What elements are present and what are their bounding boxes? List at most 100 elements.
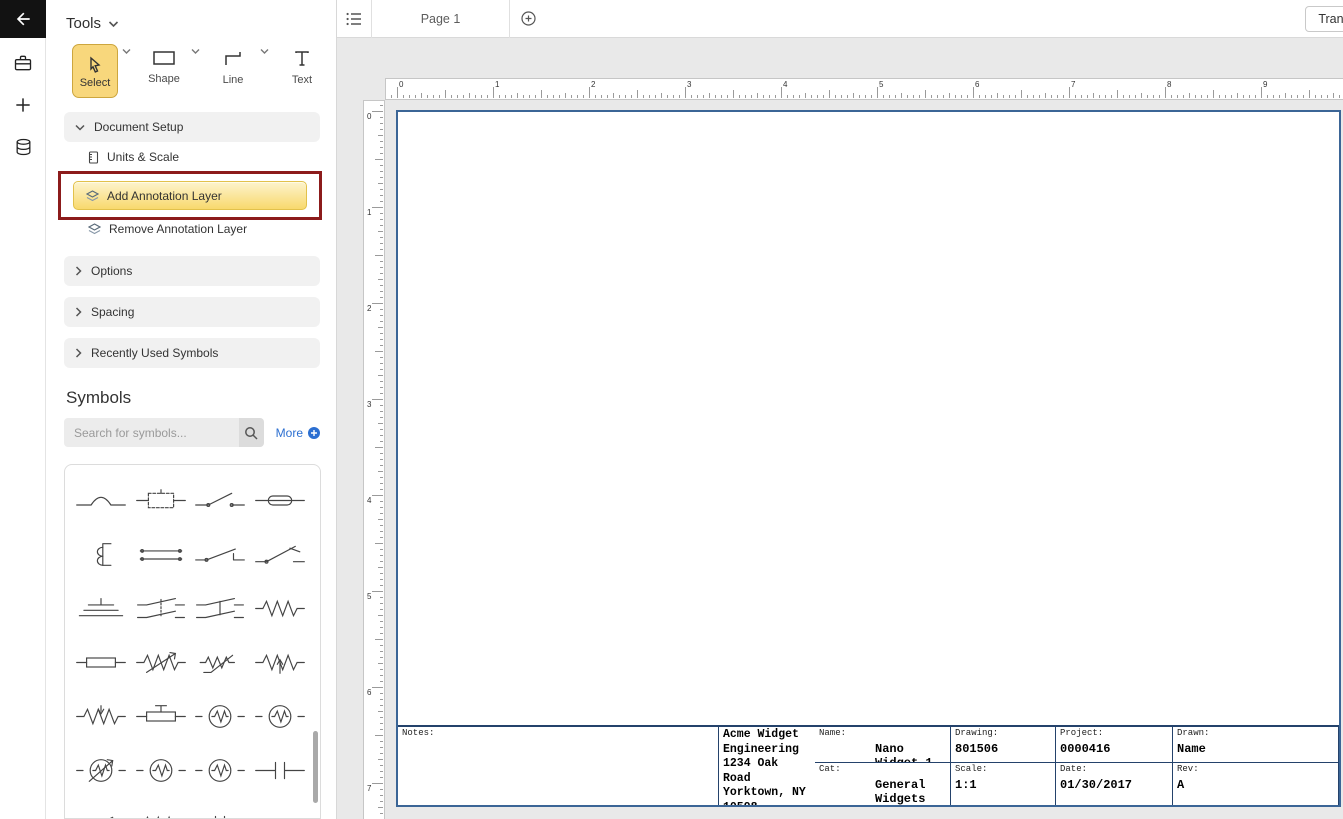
data-button[interactable]: [0, 126, 46, 168]
tool-text[interactable]: Text: [279, 44, 325, 86]
section-document-setup-label: Document Setup: [94, 120, 183, 134]
titleblock-notes-cell[interactable]: Notes:: [398, 727, 719, 805]
section-options[interactable]: Options: [64, 256, 320, 286]
symbol-ganged-switch[interactable]: [191, 581, 251, 635]
section-recently-used-label: Recently Used Symbols: [91, 346, 218, 360]
symbol-switch-spst[interactable]: [191, 473, 251, 527]
symbol-fuse[interactable]: [250, 473, 310, 527]
symbol-search-button[interactable]: [239, 418, 264, 447]
symbol-varistor[interactable]: [131, 635, 191, 689]
translate-button[interactable]: Translate: [1305, 6, 1343, 32]
chevron-right-icon: [75, 266, 82, 276]
symbol-bus-bars[interactable]: [71, 581, 131, 635]
titleblock-scale-cell[interactable]: Scale: 1:1: [951, 763, 1056, 805]
add-annotation-layer-button[interactable]: Add Annotation Layer: [73, 181, 307, 210]
titleblock-address-cell[interactable]: Acme Widget Engineering 1234 Oak Road Yo…: [719, 727, 815, 805]
symbol-motor-2[interactable]: [191, 743, 251, 797]
symbol-potentiometer[interactable]: [71, 689, 131, 743]
symbol-knife-switch-alt[interactable]: [250, 527, 310, 581]
notes-label: Notes:: [402, 728, 714, 739]
select-cursor-icon: [87, 56, 103, 74]
symbol-generator-2[interactable]: [250, 689, 310, 743]
briefcase-icon: [13, 53, 33, 73]
back-button[interactable]: [0, 0, 46, 38]
symbol-varistor-circle[interactable]: [71, 743, 131, 797]
units-scale-item[interactable]: Units & Scale: [88, 150, 336, 164]
tool-select[interactable]: Select: [72, 44, 118, 98]
symbol-contacts[interactable]: [131, 527, 191, 581]
more-symbols-label: More: [276, 426, 303, 440]
symbols-heading: Symbols: [66, 388, 336, 408]
symbol-generator[interactable]: [191, 689, 251, 743]
database-icon: [14, 137, 33, 157]
name-value: Nano Widget 1: [819, 742, 946, 763]
symbol-search-input[interactable]: [64, 418, 239, 447]
vertical-ruler: 01234567: [363, 100, 385, 819]
select-dropdown-chevron[interactable]: [122, 48, 131, 55]
symbols-scrollbar-thumb[interactable]: [313, 731, 318, 803]
symbol-resistor-tap[interactable]: [250, 635, 310, 689]
titleblock-rev-cell[interactable]: Rev: A: [1173, 763, 1339, 805]
tool-text-label: Text: [292, 74, 312, 86]
line-path-icon: [223, 50, 243, 67]
titleblock-drawn-cell[interactable]: Drawn: Name: [1173, 727, 1339, 763]
symbols-scrollbar[interactable]: [312, 469, 318, 814]
symbol-jumper[interactable]: [71, 473, 131, 527]
annotation-layer-icon: [88, 223, 101, 235]
line-dropdown-chevron[interactable]: [260, 48, 269, 55]
symbols-grid: [65, 465, 320, 819]
units-scale-label: Units & Scale: [107, 150, 179, 164]
section-spacing[interactable]: Spacing: [64, 297, 320, 327]
title-block: Name: Nano Widget 1 Drawing: 801506 Proj…: [398, 725, 1339, 805]
remove-annotation-layer-label: Remove Annotation Layer: [109, 222, 247, 236]
scale-value: 1:1: [955, 778, 1051, 792]
plus-circle-icon: [521, 11, 536, 26]
tool-shape[interactable]: Shape: [141, 44, 187, 85]
more-symbols-link[interactable]: More: [276, 426, 320, 440]
shape-dropdown-chevron[interactable]: [191, 48, 200, 55]
titleblock-project-cell[interactable]: Project: 0000416: [1056, 727, 1173, 763]
symbol-thermistor[interactable]: [191, 635, 251, 689]
shape-rectangle-icon: [152, 50, 176, 66]
add-annotation-layer-label: Add Annotation Layer: [107, 189, 222, 203]
symbol-motor[interactable]: [131, 743, 191, 797]
horizontal-ruler: 0123456789: [385, 78, 1343, 100]
symbol-relay[interactable]: [131, 473, 191, 527]
symbol-ganged-switch-dashed[interactable]: [131, 581, 191, 635]
titleblock-drawing-cell[interactable]: Drawing: 801506: [951, 727, 1056, 763]
symbol-capacitor-2[interactable]: [191, 797, 251, 819]
page-list-button[interactable]: [337, 0, 371, 38]
cat-value: General Widgets: [819, 778, 946, 805]
symbol-coil-contact[interactable]: [71, 527, 131, 581]
project-value: 0000416: [1060, 742, 1168, 756]
drawn-label: Drawn:: [1177, 728, 1334, 739]
symbol-resistor-2[interactable]: [131, 797, 191, 819]
tools-menu[interactable]: Tools: [46, 0, 336, 40]
symbol-capacitor[interactable]: [250, 743, 310, 797]
symbol-resistor-box[interactable]: [71, 635, 131, 689]
symbols-search-row: More: [64, 418, 320, 447]
add-button[interactable]: [0, 84, 46, 126]
projects-button[interactable]: [0, 42, 46, 84]
symbol-knife-switch[interactable]: [191, 527, 251, 581]
section-document-setup[interactable]: Document Setup: [64, 112, 320, 142]
titleblock-date-cell[interactable]: Date: 01/30/2017: [1056, 763, 1173, 805]
drawn-value: Name: [1177, 742, 1334, 756]
symbol-fuse-2[interactable]: [250, 797, 310, 819]
add-page-button[interactable]: [510, 0, 546, 38]
drawing-label: Drawing:: [955, 728, 1051, 739]
annotation-layer-icon: [86, 190, 99, 202]
symbol-switch-spst-2[interactable]: [71, 797, 131, 819]
canvas-topbar: Page 1 Translate: [337, 0, 1343, 38]
titleblock-cat-cell[interactable]: Cat: General Widgets: [815, 763, 951, 805]
symbol-resistor[interactable]: [250, 581, 310, 635]
titleblock-name-cell[interactable]: Name: Nano Widget 1: [815, 727, 951, 763]
symbol-trimmer[interactable]: [131, 689, 191, 743]
tool-line[interactable]: Line: [210, 44, 256, 86]
section-recently-used-symbols[interactable]: Recently Used Symbols: [64, 338, 320, 368]
text-tool-icon: [294, 50, 310, 67]
tab-page-1[interactable]: Page 1: [372, 0, 510, 38]
page-tab-label: Page 1: [421, 12, 461, 26]
drawing-page[interactable]: Name: Nano Widget 1 Drawing: 801506 Proj…: [396, 110, 1341, 807]
remove-annotation-layer-item[interactable]: Remove Annotation Layer: [88, 222, 336, 236]
